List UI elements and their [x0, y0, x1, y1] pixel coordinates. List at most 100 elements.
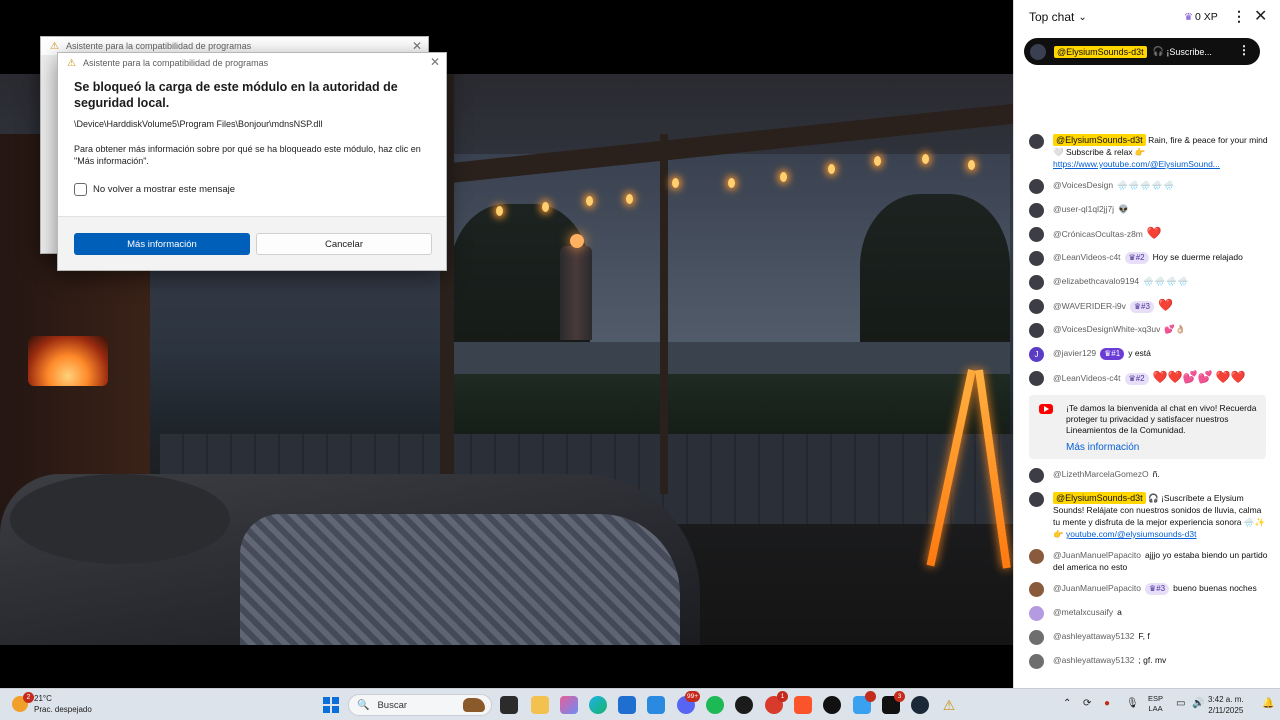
spotify-icon[interactable]	[706, 696, 724, 714]
copilot-icon[interactable]	[560, 696, 578, 714]
avatar	[1029, 582, 1044, 597]
more-info-button[interactable]: Más información	[74, 233, 250, 255]
cancel-button[interactable]: Cancelar	[256, 233, 432, 255]
taskbar-search[interactable]: 🔍 Buscar	[348, 694, 492, 716]
dialog-titlebar: ⚠ Asistente para la compatibilidad de pr…	[58, 53, 446, 73]
author-name[interactable]: @user-ql1ql2jj7j	[1053, 204, 1114, 214]
author-name[interactable]: @metalxcusaify	[1053, 607, 1113, 617]
notification-badge: 99+	[684, 691, 700, 702]
desktop: ⚠ Asistente para la compatibilidad de pr…	[0, 0, 1280, 720]
checkbox-label[interactable]: No volver a mostrar este mensaje	[93, 184, 235, 195]
volume-icon[interactable]: 🔊	[1192, 698, 1204, 709]
message-emoji: 💕👌🏼	[1164, 324, 1186, 334]
xp-value: 0 XP	[1194, 11, 1218, 23]
discord-icon[interactable]: 99+	[677, 691, 700, 714]
pinned-options-icon[interactable]: ⋮	[1238, 43, 1250, 57]
clock[interactable]: 3:42 a. m. 2/11/2025	[1208, 694, 1244, 716]
steam-icon[interactable]	[911, 696, 929, 714]
dont-show-again-row[interactable]: No volver a mostrar este mensaje	[74, 183, 430, 196]
string-light	[496, 206, 503, 216]
author-name[interactable]: @LizethMarcelaGomezO	[1053, 469, 1149, 479]
chat-message: @VoicesDesign 🌧️🌧️🌧️🌧️🌧️	[1014, 179, 1280, 194]
string-light	[922, 154, 929, 164]
author-name[interactable]: @JuanManuelPapacito	[1053, 583, 1141, 593]
language-code: ESP	[1148, 694, 1164, 703]
owner-author[interactable]: @ElysiumSounds-d3t	[1053, 492, 1146, 504]
author-name[interactable]: @WAVERIDER-i9v	[1053, 301, 1126, 311]
message-link[interactable]: https://www.youtube.com/@ElysiumSound...	[1053, 159, 1220, 169]
badge-rank: #3	[1156, 584, 1166, 593]
string-light	[728, 178, 735, 188]
more-info-link[interactable]: Más información	[1066, 442, 1258, 453]
string-light	[828, 164, 835, 174]
chat-message: @CrónicasOcultas-z8m ❤️	[1014, 227, 1280, 242]
author-name[interactable]: @VoicesDesign	[1053, 180, 1113, 190]
taskbar: 2 21°C Prac. despejado 🔍 Buscar 99+ 1 3 …	[0, 688, 1280, 720]
close-icon[interactable]: ✕	[412, 39, 422, 53]
telegram-icon[interactable]	[853, 691, 876, 714]
dont-show-again-checkbox[interactable]	[74, 183, 87, 196]
pinned-text-value: ¡Suscribe...	[1166, 46, 1212, 57]
antivirus-icon[interactable]: ●	[1104, 698, 1110, 709]
author-name[interactable]: @CrónicasOcultas-z8m	[1053, 229, 1143, 239]
pinned-message[interactable]: @ElysiumSounds-d3t 🎧 ¡Suscribe... ⋮	[1024, 38, 1260, 65]
dialog-heading: Se bloqueó la carga de este módulo en la…	[74, 80, 398, 110]
more-options-icon[interactable]: ⋮	[1232, 8, 1246, 25]
welcome-banner: ¡Te damos la bienvenida al chat en vivo!…	[1029, 395, 1266, 459]
github-icon[interactable]	[735, 696, 753, 714]
author-name[interactable]: @ashleyattaway5132	[1053, 631, 1134, 641]
chevron-up-icon[interactable]: ⌃	[1063, 698, 1071, 709]
message-text: y está	[1128, 348, 1151, 358]
network-icon[interactable]: ▭	[1176, 698, 1185, 709]
date: 2/11/2025	[1208, 706, 1244, 715]
task-view-icon[interactable]	[500, 696, 518, 714]
avatar	[1029, 203, 1044, 218]
edge-icon[interactable]	[589, 696, 607, 714]
keyboard-layout: LAA	[1148, 704, 1163, 713]
file-explorer-icon[interactable]	[531, 696, 549, 714]
badge-rank: #2	[1135, 374, 1145, 383]
message-emoji: ❤️❤️💕💕 ❤️❤️	[1152, 370, 1246, 384]
owner-author[interactable]: @ElysiumSounds-d3t	[1054, 45, 1147, 58]
app-icon[interactable]	[823, 696, 841, 714]
close-icon[interactable]: ✕	[430, 55, 440, 69]
member-badge: ♛#1	[1100, 348, 1125, 360]
avatar	[1029, 275, 1044, 290]
badge-rank: #3	[1141, 302, 1150, 311]
close-chat-icon[interactable]: ✕	[1254, 6, 1267, 26]
dialog-info: Para obtener más información sobre por q…	[74, 144, 421, 166]
start-button[interactable]	[323, 697, 339, 713]
dialog-title: Asistente para la compatibilidad de prog…	[66, 41, 252, 51]
owner-author[interactable]: @ElysiumSounds-d3t	[1053, 134, 1146, 146]
store-icon[interactable]	[618, 696, 636, 714]
message-text: F, f	[1138, 631, 1150, 641]
outlook-icon[interactable]	[647, 696, 665, 714]
notifications-icon[interactable]: 🔔	[1262, 698, 1274, 709]
xp-counter[interactable]: ♛ 0 XP	[1184, 11, 1218, 23]
author-name[interactable]: @elizabethcavalo9194	[1053, 276, 1139, 286]
notification-badge	[865, 691, 876, 702]
member-badge: ♛#2	[1124, 373, 1149, 385]
sync-icon[interactable]: ⟳	[1083, 698, 1091, 709]
author-name[interactable]: @VoicesDesignWhite-xq3uv	[1053, 324, 1160, 334]
author-name[interactable]: @LeanVideos-c4t	[1053, 252, 1121, 262]
author-name[interactable]: @LeanVideos-c4t	[1053, 373, 1121, 383]
weather-widget[interactable]: 2 21°C Prac. despejado	[12, 692, 92, 715]
warning-icon[interactable]: ⚠	[940, 696, 958, 714]
app-icon[interactable]: 1	[765, 691, 788, 714]
tiktok-icon[interactable]: 3	[882, 691, 905, 714]
brave-icon[interactable]	[794, 696, 812, 714]
message-link[interactable]: youtube.com/@elysiumsounds-d3t	[1066, 529, 1197, 539]
string-light	[874, 156, 881, 166]
microphone-icon[interactable]: 🎙	[1126, 698, 1139, 709]
lighthouse-light	[570, 234, 584, 248]
chat-message: @user-ql1ql2jj7j 👽	[1014, 203, 1280, 218]
chat-mode-dropdown[interactable]: Top chat ⌄	[1029, 10, 1087, 24]
author-name[interactable]: @javier129	[1053, 348, 1096, 358]
author-name[interactable]: @ashleyattaway5132	[1053, 655, 1134, 665]
author-name[interactable]: @JuanManuelPapacito	[1053, 550, 1141, 560]
avatar	[1029, 606, 1044, 621]
search-highlight-icon	[463, 698, 485, 712]
language-indicator[interactable]: ESP LAA	[1148, 694, 1163, 714]
string-light	[968, 160, 975, 170]
